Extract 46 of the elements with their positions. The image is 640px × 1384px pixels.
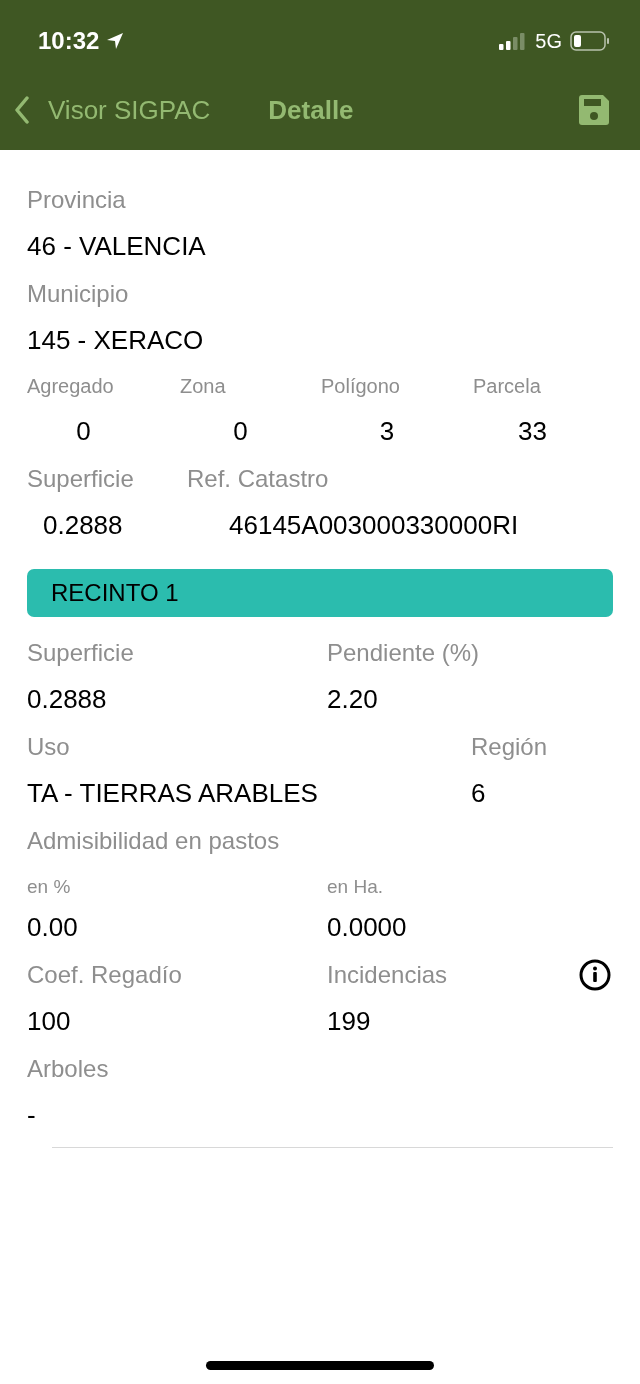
field-label: Provincia: [27, 185, 127, 215]
field-value: 100: [27, 1006, 71, 1036]
field-value: TA - TIERRAS ARABLES: [27, 778, 318, 808]
field-value: 6: [471, 778, 486, 808]
field-label: Polígono: [321, 375, 400, 397]
field-value: 0.2888: [27, 684, 107, 714]
field-label: en %: [27, 876, 71, 897]
field-value: 3: [379, 416, 395, 446]
screen-title: Detalle: [268, 94, 354, 126]
field-value: 33: [518, 416, 547, 446]
field-value: 0.2888: [43, 510, 123, 540]
info-icon[interactable]: [579, 958, 611, 991]
clock-time: 10:32: [38, 27, 100, 55]
signal-icon: [499, 32, 528, 50]
field-value: 0: [76, 416, 91, 446]
field-value: 46 - VALENCIA: [27, 230, 207, 263]
battery-icon: [570, 31, 610, 51]
save-icon[interactable]: [578, 94, 610, 126]
field-label: Región: [471, 732, 548, 762]
field-label: Agregado: [27, 375, 114, 397]
field-label: Coef. Regadío: [27, 960, 182, 990]
field-value: 199: [327, 1006, 371, 1036]
field-value: -: [27, 1100, 36, 1130]
network-label: 5G: [535, 29, 562, 53]
field-label: Arboles: [27, 1054, 109, 1084]
field-value: 0.0000: [327, 912, 407, 942]
field-label: Zona: [180, 375, 226, 397]
field-value: 2.20: [327, 684, 378, 714]
field-label: Parcela: [473, 375, 541, 397]
field-label: Ref. Catastro: [187, 464, 329, 494]
field-label: Uso: [27, 732, 70, 762]
field-label: Pendiente (%): [327, 638, 480, 668]
field-label: en Ha.: [327, 876, 383, 897]
section-header: RECINTO 1: [27, 569, 613, 617]
back-button[interactable]: Visor SIGPAC: [14, 94, 211, 126]
location-arrow-icon: [105, 31, 126, 51]
field-label: Superficie: [27, 464, 134, 494]
back-chevron-icon[interactable]: [14, 96, 30, 124]
field-label: Municipio: [27, 279, 130, 309]
field-value: 145 - XERACO: [27, 324, 205, 357]
field-label: Incidencias: [327, 960, 448, 990]
field-value: 0: [233, 416, 248, 446]
field-value: 46145A003000330000RI: [229, 510, 519, 540]
field-label: Superficie: [27, 638, 134, 668]
field-label: Admisibilidad en pastos: [27, 826, 280, 856]
field-value: 0.00: [27, 912, 78, 942]
